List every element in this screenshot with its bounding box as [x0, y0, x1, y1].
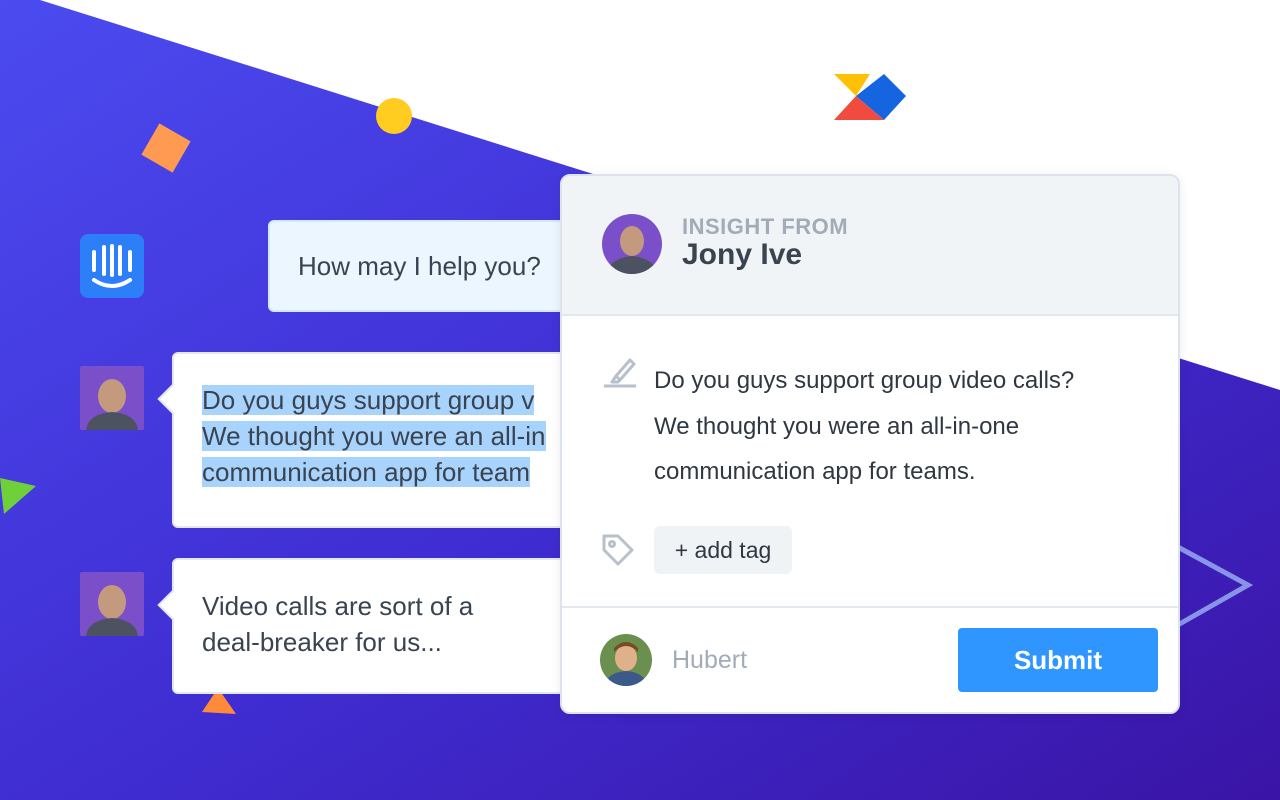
card-footer-divider	[562, 606, 1178, 608]
orange-diamond-shape	[141, 123, 191, 173]
add-tag-button[interactable]: + add tag	[654, 526, 792, 574]
outline-triangle-shape	[1173, 541, 1254, 631]
insight-quote: Do you guys support group video calls? W…	[654, 358, 1074, 495]
insight-quote-line: We thought you were an all-in-one	[654, 412, 1020, 440]
brand-logo-icon	[834, 74, 906, 120]
assignee-name[interactable]: Hubert	[672, 646, 747, 675]
user-message-line: Video calls are sort of a	[202, 591, 474, 621]
user-message-bubble: Do you guys support group v We thought y…	[157, 352, 592, 528]
user-avatar	[80, 572, 144, 636]
user-message-line: communication app for team	[202, 457, 531, 487]
green-triangle-shape	[0, 478, 36, 514]
insight-author-avatar	[602, 214, 662, 274]
insight-from-label: INSIGHT FROM	[682, 214, 849, 239]
intercom-logo-icon	[80, 234, 144, 298]
user-message-line: We thought you were an all-in	[202, 421, 546, 451]
operator-message-bubble: How may I help you?	[268, 220, 588, 312]
yellow-circle-shape	[376, 98, 412, 134]
user-message-bubble: Video calls are sort of a deal-breaker f…	[157, 558, 592, 694]
highlighter-icon	[604, 358, 636, 388]
operator-message-text: How may I help you?	[298, 251, 541, 281]
insight-quote-line: Do you guys support group video calls?	[654, 367, 1075, 394]
user-message-line: Do you guys support group v	[202, 385, 535, 415]
assignee-avatar[interactable]	[600, 634, 652, 686]
user-avatar	[80, 366, 144, 430]
insight-author-name: Jony Ive	[682, 238, 803, 271]
tag-icon	[602, 534, 634, 566]
insight-card: INSIGHT FROM Jony Ive Do you guys suppor…	[560, 174, 1180, 714]
user-message-line: deal-breaker for us...	[202, 627, 442, 657]
insight-card-header: INSIGHT FROM Jony Ive	[562, 176, 1178, 316]
submit-button[interactable]: Submit	[958, 628, 1158, 692]
insight-quote-line: communication app for teams.	[654, 458, 976, 485]
